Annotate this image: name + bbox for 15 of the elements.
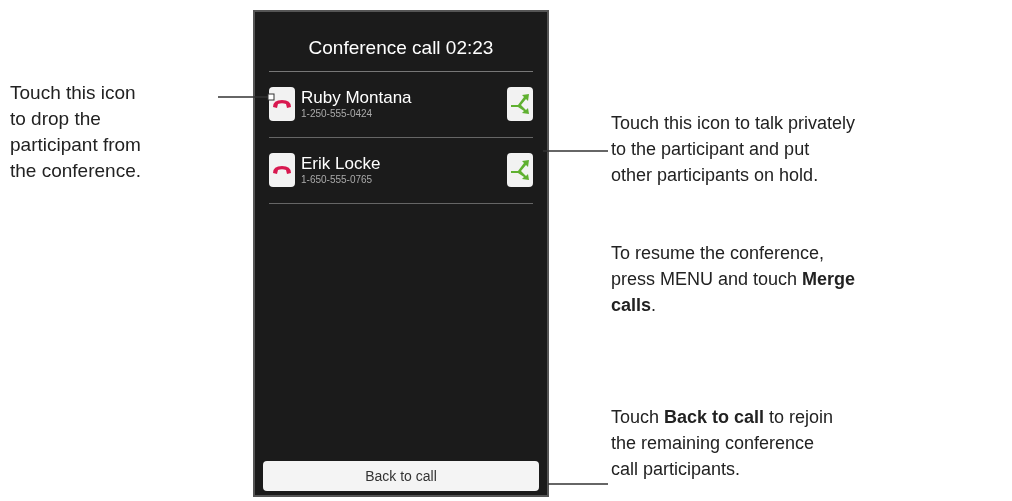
callout-text: To resume the conference, press MENU and touch Merge calls. [611,242,856,317]
screen-title: Conference call 02:23 [269,34,533,72]
back-to-call-button[interactable]: Back to call [263,461,539,491]
hang-up-icon[interactable] [269,153,295,187]
phone-number: 1-650-555-0765 [301,174,374,187]
callout-text: Touch this icon to talk privately to the participant and put other participants on hold. [611,112,856,187]
leader-line [542,150,609,152]
callout-text: Touch Back to call to rejoin the remaining conference call participants. [611,406,834,481]
hang-up-icon[interactable] [269,87,295,121]
phone-number: 1-250-555-0424 [301,108,374,121]
leader-line [217,93,275,101]
participant-name: Ruby Montana [301,87,413,109]
callout-text: Touch this icon to drop the participant from the conference. [10,81,142,183]
leader-line [547,483,609,485]
participant-name: Erik Locke [301,153,382,175]
